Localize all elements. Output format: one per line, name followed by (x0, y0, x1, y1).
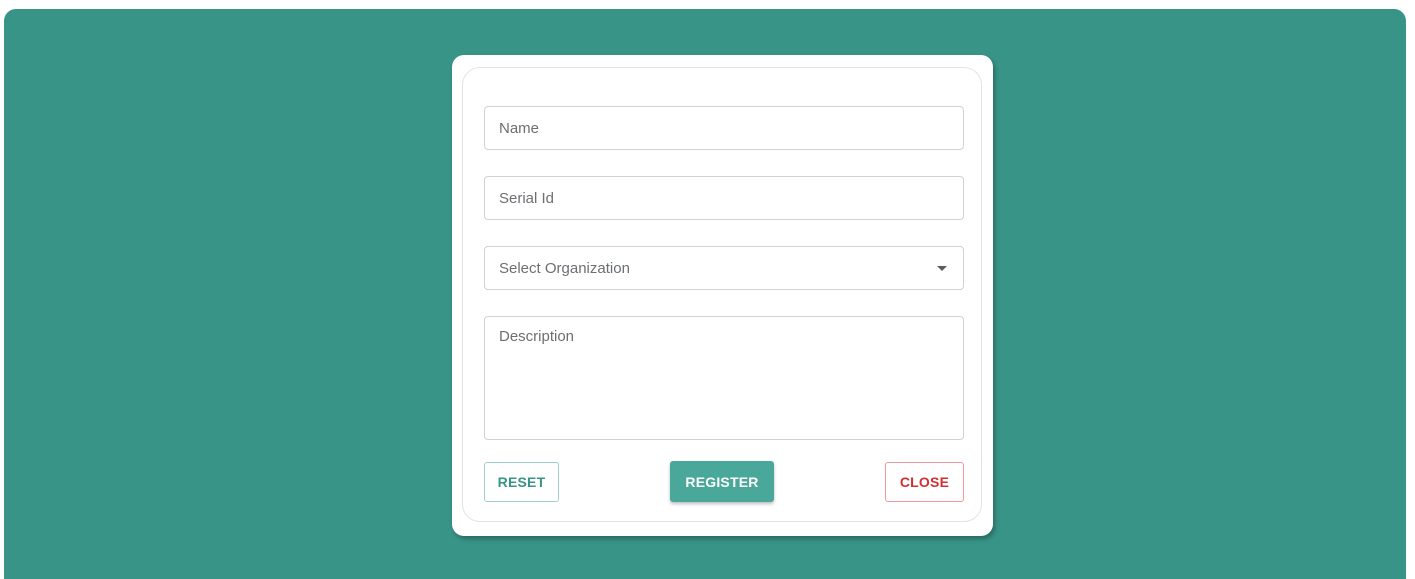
register-form: Select Organization RESET REGISTER CLOSE (462, 67, 982, 522)
reset-button[interactable]: RESET (484, 462, 559, 502)
serial-id-input[interactable] (484, 176, 964, 220)
close-button[interactable]: CLOSE (885, 462, 964, 502)
description-textarea[interactable] (484, 316, 964, 440)
register-modal: Select Organization RESET REGISTER CLOSE (452, 55, 993, 536)
name-input[interactable] (484, 106, 964, 150)
organization-select[interactable]: Select Organization (484, 246, 964, 290)
organization-select-value: Select Organization (499, 259, 630, 277)
register-button[interactable]: REGISTER (670, 461, 774, 502)
caret-down-icon (937, 265, 947, 271)
